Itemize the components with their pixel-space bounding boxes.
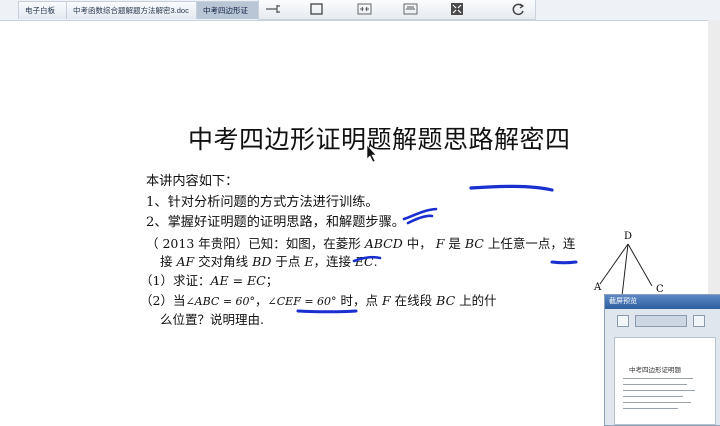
math-ec: EC	[354, 254, 374, 269]
text: ，	[255, 293, 268, 308]
text: 上的什	[455, 293, 497, 308]
label-d: D	[624, 231, 632, 242]
preview-text-line	[623, 402, 691, 404]
point-1: 1、针对分析问题的方式方法进行训练。	[146, 195, 379, 210]
math-angle-cef: ∠CEF = 60°	[267, 295, 337, 308]
problem-line-2: 接 AF 交对角线 BD 于点 E，连接 EC.	[160, 251, 378, 270]
text: 接	[160, 254, 177, 269]
annotation-stroke	[469, 184, 554, 192]
math-bc: BC	[436, 293, 456, 308]
text: 上任意一点，连	[483, 236, 576, 251]
text: （ 2013 年贵阳）已知：如图，在菱形	[146, 236, 365, 251]
refresh-icon[interactable]	[509, 2, 529, 16]
annotation-stroke	[296, 309, 358, 314]
text: 交对角线	[194, 254, 253, 269]
text: 中，	[402, 236, 436, 251]
preview-text-line	[623, 390, 695, 392]
text: 于点	[271, 254, 305, 269]
preview-page-title: 中考四边形证明题	[629, 366, 681, 374]
preview-text-line	[623, 408, 678, 410]
fullscreen-icon[interactable]	[447, 2, 467, 16]
preview-text-line	[623, 384, 687, 386]
annotation-stroke	[402, 207, 438, 225]
text: 在线段	[390, 293, 437, 308]
math-f: F	[382, 293, 391, 308]
text: （2）当	[140, 293, 186, 308]
question-1: （1）求证：AE = EC；	[140, 270, 278, 289]
split-horizontal-icon[interactable]	[355, 2, 375, 16]
screenshot-preview-panel[interactable]: 截屏预览 中考四边形证明题	[604, 294, 720, 426]
preview-page-thumbnail[interactable]: 中考四边形证明题	[614, 337, 716, 425]
intro-text: 本讲内容如下：	[146, 174, 239, 189]
preview-text-line	[623, 396, 683, 398]
text: ；	[265, 273, 279, 288]
preview-zoom-in-button[interactable]	[693, 315, 705, 327]
text: 是	[444, 236, 465, 251]
text: （1）求证：	[140, 273, 211, 288]
text: .	[373, 254, 378, 269]
question-2-cont: 么位置？说明理由.	[160, 312, 264, 327]
split-vertical-icon[interactable]	[401, 2, 421, 16]
math-af: AF	[176, 254, 195, 269]
question-2: （2）当∠ABC = 60°，∠CEF = 60° 时，点 F 在线段 BC 上…	[140, 290, 497, 309]
annotation-stroke	[550, 260, 578, 265]
pin-icon[interactable]	[263, 2, 283, 16]
problem-line-1: （ 2013 年贵阳）已知：如图，在菱形 ABCD 中， F 是 BC 上任意一…	[146, 233, 575, 252]
square-icon[interactable]	[307, 2, 327, 16]
text: ，连接	[313, 254, 355, 269]
slide-title: 中考四边形证明题解题思路解密四	[188, 125, 571, 154]
tab-bar: 电子白板 中考函数综合题解题方法解密3.doc 中考四边形证	[0, 0, 720, 21]
preview-zoom-out-button[interactable]	[617, 315, 629, 327]
math-angle-abc: ∠ABC = 60°	[185, 295, 256, 308]
preview-text-line	[623, 378, 693, 380]
point-2: 2、掌握好证明题的证明思路，和解题步骤。	[146, 215, 405, 230]
math-bc: BC	[464, 236, 484, 251]
tab-function-doc[interactable]: 中考函数综合题解题方法解密3.doc	[66, 1, 208, 19]
toolbar	[258, 0, 536, 20]
preview-title: 截屏预览	[605, 295, 720, 309]
preview-zoom-slider[interactable]	[635, 315, 687, 327]
label-a: A	[593, 282, 602, 293]
math-abcd: ABCD	[364, 236, 403, 251]
math-ae-ec: AE = EC	[210, 273, 266, 288]
text: 时，点	[336, 293, 383, 308]
math-bd: BD	[252, 254, 272, 269]
